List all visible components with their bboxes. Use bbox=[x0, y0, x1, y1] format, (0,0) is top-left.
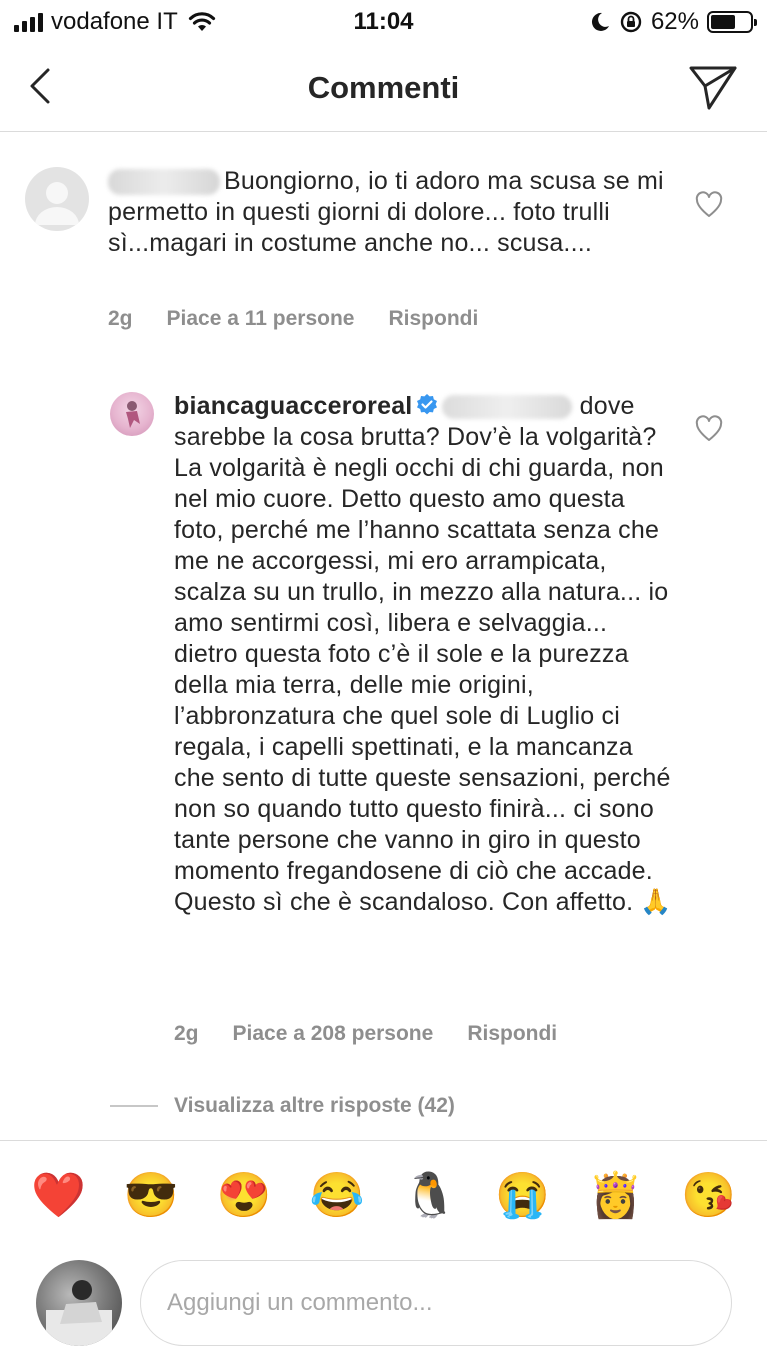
emoji-joy[interactable]: 😂 bbox=[307, 1173, 367, 1218]
rotation-lock-icon bbox=[620, 11, 642, 33]
verified-badge-icon bbox=[417, 394, 438, 415]
comment-likes[interactable]: Piace a 11 persone bbox=[167, 307, 355, 331]
comment-input[interactable] bbox=[140, 1260, 732, 1346]
view-more-label: Visualizza altre risposte (42) bbox=[174, 1094, 455, 1117]
moon-icon bbox=[591, 12, 609, 31]
emoji-sob[interactable]: 😭 bbox=[493, 1173, 553, 1218]
profile-photo bbox=[126, 401, 140, 428]
header: Commenti bbox=[0, 44, 767, 132]
comment-body: dove sarebbe la cosa brutta? Dov’è la vo… bbox=[174, 392, 672, 916]
comment-meta: 2g Piace a 11 persone Rispondi bbox=[108, 307, 512, 331]
comment-time: 2g bbox=[174, 1022, 199, 1045]
emoji-heart[interactable]: ❤️ bbox=[28, 1173, 88, 1218]
comment-composer bbox=[0, 1250, 767, 1366]
reply-button[interactable]: Rispondi bbox=[388, 307, 478, 331]
emoji-kiss[interactable]: 😘 bbox=[679, 1173, 739, 1218]
emoji-sunglasses[interactable]: 😎 bbox=[121, 1173, 181, 1218]
view-more-replies[interactable]: Visualizza altre risposte (42) bbox=[110, 1094, 455, 1118]
divider bbox=[110, 1105, 158, 1107]
username[interactable]: biancaguacceroreal bbox=[174, 392, 412, 420]
direct-message-icon[interactable] bbox=[687, 60, 739, 112]
emoji-heart-eyes[interactable]: 😍 bbox=[214, 1173, 274, 1218]
page-title: Commenti bbox=[307, 70, 460, 105]
battery-percent: 62% bbox=[650, 8, 699, 35]
emoji-bar: ❤️ 😎 😍 😂 🐧 😭 👸 😘 bbox=[0, 1140, 767, 1250]
comment-meta: 2g Piace a 208 persone Rispondi bbox=[174, 1022, 591, 1046]
avatar[interactable] bbox=[25, 167, 89, 231]
comment-time: 2g bbox=[108, 307, 133, 330]
status-right: 62% bbox=[589, 8, 757, 36]
default-avatar-icon bbox=[35, 182, 79, 225]
like-heart-icon[interactable] bbox=[694, 414, 724, 444]
avatar[interactable] bbox=[110, 392, 154, 436]
avatar bbox=[36, 1260, 122, 1346]
battery-icon bbox=[707, 11, 757, 33]
comment-text: Buongiorno, io ti adoro ma scusa se mi p… bbox=[108, 166, 668, 259]
blurred-mention bbox=[442, 395, 573, 420]
status-bar: vodafone IT 11:04 62% bbox=[0, 0, 767, 44]
blurred-username bbox=[108, 169, 220, 196]
emoji-penguin[interactable]: 🐧 bbox=[400, 1173, 460, 1218]
reply-button[interactable]: Rispondi bbox=[467, 1022, 557, 1046]
comment-likes[interactable]: Piace a 208 persone bbox=[233, 1022, 434, 1046]
emoji-princess[interactable]: 👸 bbox=[586, 1173, 646, 1218]
like-heart-icon[interactable] bbox=[694, 190, 724, 220]
profile-photo bbox=[46, 1280, 112, 1346]
reply-comment-text: biancaguacceroreal dove sarebbe la cosa … bbox=[174, 391, 674, 918]
